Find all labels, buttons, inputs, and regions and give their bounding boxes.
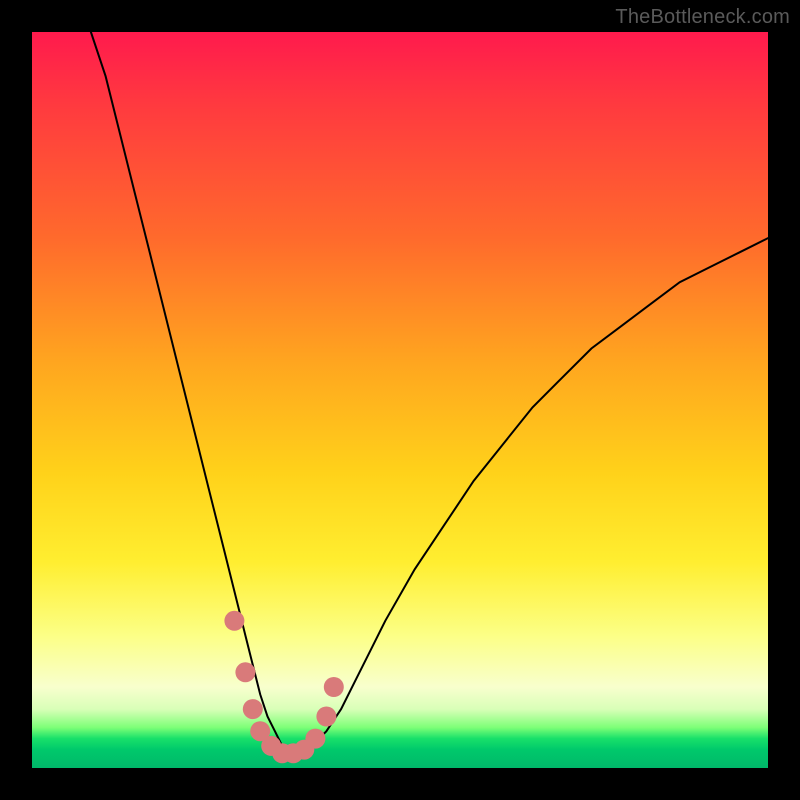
highlight-marker xyxy=(235,662,255,682)
chart-frame: TheBottleneck.com xyxy=(0,0,800,800)
highlight-marker xyxy=(224,611,244,631)
highlight-marker xyxy=(305,729,325,749)
highlight-marker xyxy=(316,707,336,727)
highlight-markers xyxy=(224,611,343,764)
watermark-text: TheBottleneck.com xyxy=(615,6,790,29)
highlight-marker xyxy=(324,677,344,697)
plot-area xyxy=(32,32,768,768)
curve-layer xyxy=(32,32,768,768)
bottleneck-curve xyxy=(91,32,768,753)
highlight-marker xyxy=(243,699,263,719)
